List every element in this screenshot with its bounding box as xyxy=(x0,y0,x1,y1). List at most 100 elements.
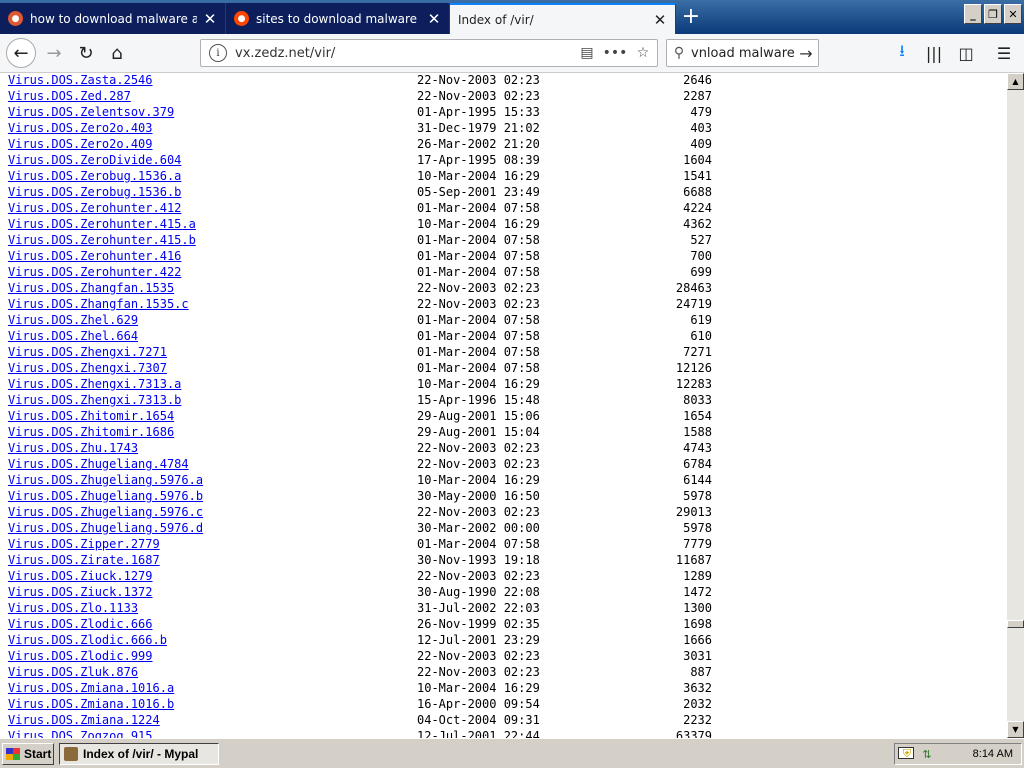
file-link[interactable]: Virus.DOS.Zmiana.1016.a xyxy=(8,680,174,696)
file-size: 11687 xyxy=(675,553,712,567)
scroll-up-arrow-icon[interactable]: ▲ xyxy=(1007,73,1024,90)
file-link[interactable]: Virus.DOS.Zhel.664 xyxy=(8,328,138,344)
address-bar[interactable]: i vx.zedz.net/vir/ ▤ ••• ☆ xyxy=(200,39,658,67)
file-link[interactable]: Virus.DOS.ZeroDivide.604 xyxy=(8,152,181,168)
file-link[interactable]: Virus.DOS.Zerohunter.416 xyxy=(8,248,181,264)
file-link[interactable]: Virus.DOS.Zerohunter.415.a xyxy=(8,216,196,232)
file-link[interactable]: Virus.DOS.Zhangfan.1535.c xyxy=(8,296,189,312)
file-size: 1588 xyxy=(683,425,712,439)
file-date: 10-Mar-2004 16:29 xyxy=(417,217,540,231)
close-window-button[interactable]: ✕ xyxy=(1004,4,1022,24)
file-link[interactable]: Virus.DOS.Zerohunter.422 xyxy=(8,264,181,280)
file-link[interactable]: Virus.DOS.Zogzog.915 xyxy=(8,728,153,738)
file-link[interactable]: Virus.DOS.Zerobug.1536.b xyxy=(8,184,181,200)
minimize-button[interactable]: _ xyxy=(964,4,982,24)
file-link[interactable]: Virus.DOS.Zerohunter.412 xyxy=(8,200,181,216)
file-size: 1472 xyxy=(683,585,712,599)
menu-button[interactable]: ☰ xyxy=(990,39,1018,67)
file-date: 05-Sep-2001 23:49 xyxy=(417,185,540,199)
vertical-scrollbar[interactable]: ▲ ▼ xyxy=(1007,73,1024,738)
bookmark-star-icon[interactable]: ☆ xyxy=(629,45,657,61)
sidebar-icon: ◫ xyxy=(958,43,974,63)
file-link[interactable]: Virus.DOS.Zhel.629 xyxy=(8,312,138,328)
file-link[interactable]: Virus.DOS.Zmiana.1224 xyxy=(8,712,160,728)
file-link[interactable]: Virus.DOS.Zhengxi.7271 xyxy=(8,344,167,360)
file-date: 22-Nov-2003 02:23 xyxy=(417,569,540,583)
tab-title: how to download malware at Duck xyxy=(30,11,197,26)
tab-index-vir[interactable]: Index of /vir/ ✕ xyxy=(450,3,676,34)
file-date: 30-Nov-1993 19:18 xyxy=(417,553,540,567)
tab-reddit[interactable]: ● sites to download malware : Malw ✕ xyxy=(226,3,450,34)
scroll-down-arrow-icon[interactable]: ▼ xyxy=(1007,721,1024,738)
file-link[interactable]: Virus.DOS.Zlodic.999 xyxy=(8,648,153,664)
reader-view-icon[interactable]: ▤ xyxy=(573,45,601,61)
file-link[interactable]: Virus.DOS.Zero2o.409 xyxy=(8,136,153,152)
page-content: Virus.DOS.Zasta.2546 22-Nov-2003 02:23 264… xyxy=(0,73,1007,738)
file-link[interactable]: Virus.DOS.Zipper.2779 xyxy=(8,536,160,552)
back-button[interactable]: ← xyxy=(6,38,36,68)
shield-icon[interactable]: ⛨ xyxy=(899,746,915,762)
file-date: 10-Mar-2004 16:29 xyxy=(417,377,540,391)
file-link[interactable]: Virus.DOS.Zero2o.403 xyxy=(8,120,153,136)
search-bar[interactable]: ⚲ vnload malware → xyxy=(666,39,819,67)
home-icon: ⌂ xyxy=(111,42,123,64)
file-size: 2287 xyxy=(683,89,712,103)
search-go-icon[interactable]: → xyxy=(794,44,818,63)
downloads-button[interactable]: ⭳ xyxy=(888,39,916,67)
file-link[interactable]: Virus.DOS.Zelentsov.379 xyxy=(8,104,174,120)
file-link[interactable]: Virus.DOS.Zhengxi.7307 xyxy=(8,360,167,376)
url-text[interactable]: vx.zedz.net/vir/ xyxy=(235,46,573,61)
file-date: 12-Jul-2001 22:44 xyxy=(417,729,540,738)
library-button[interactable]: ||| xyxy=(920,39,948,67)
download-icon: ⭳ xyxy=(899,40,905,60)
close-tab-icon[interactable]: ✕ xyxy=(427,10,441,28)
start-button[interactable]: Start xyxy=(2,743,54,765)
file-link[interactable]: Virus.DOS.Zluk.876 xyxy=(8,664,138,680)
file-link[interactable]: Virus.DOS.Zasta.2546 xyxy=(8,73,153,88)
file-link[interactable]: Virus.DOS.Ziuck.1372 xyxy=(8,584,153,600)
tab-duckduckgo[interactable]: ● how to download malware at Duck ✕ xyxy=(0,3,226,34)
file-link[interactable]: Virus.DOS.Zlo.1133 xyxy=(8,600,138,616)
file-link[interactable]: Virus.DOS.Zhu.1743 xyxy=(8,440,138,456)
file-link[interactable]: Virus.DOS.Zlodic.666.b xyxy=(8,632,167,648)
file-link[interactable]: Virus.DOS.Zhitomir.1686 xyxy=(8,424,174,440)
file-link[interactable]: Virus.DOS.Zerobug.1536.a xyxy=(8,168,181,184)
file-link[interactable]: Virus.DOS.Zhugeliang.5976.d xyxy=(8,520,203,536)
page-actions-icon[interactable]: ••• xyxy=(601,45,629,61)
file-link[interactable]: Virus.DOS.Zhangfan.1535 xyxy=(8,280,174,296)
file-link[interactable]: Virus.DOS.Zhugeliang.5976.b xyxy=(8,488,203,504)
file-link[interactable]: Virus.DOS.Ziuck.1279 xyxy=(8,568,153,584)
file-link[interactable]: Virus.DOS.Zirate.1687 xyxy=(8,552,160,568)
forward-button[interactable]: → xyxy=(40,39,68,67)
new-tab-button[interactable]: + xyxy=(678,4,704,30)
file-date: 31-Jul-2002 22:03 xyxy=(417,601,540,615)
file-link[interactable]: Virus.DOS.Zmiana.1016.b xyxy=(8,696,174,712)
file-link[interactable]: Virus.DOS.Zlodic.666 xyxy=(8,616,153,632)
restore-button[interactable]: ❐ xyxy=(984,4,1002,24)
home-button[interactable]: ⌂ xyxy=(103,39,131,67)
file-date: 12-Jul-2001 23:29 xyxy=(417,633,540,647)
file-link[interactable]: Virus.DOS.Zhengxi.7313.b xyxy=(8,392,181,408)
file-link[interactable]: Virus.DOS.Zed.287 xyxy=(8,88,131,104)
file-link[interactable]: Virus.DOS.Zhugeliang.5976.a xyxy=(8,472,203,488)
network-icon[interactable]: ⇅ xyxy=(919,746,935,762)
reload-button[interactable]: ↻ xyxy=(72,39,100,67)
forward-arrow-icon: → xyxy=(46,42,62,64)
file-link[interactable]: Virus.DOS.Zhugeliang.4784 xyxy=(8,456,189,472)
file-link[interactable]: Virus.DOS.Zerohunter.415.b xyxy=(8,232,196,248)
file-link[interactable]: Virus.DOS.Zhengxi.7313.a xyxy=(8,376,181,392)
sidebar-button[interactable]: ◫ xyxy=(952,39,980,67)
taskbar-item-browser[interactable]: Index of /vir/ - Mypal xyxy=(59,743,219,765)
close-tab-icon[interactable]: ✕ xyxy=(653,11,667,29)
file-link[interactable]: Virus.DOS.Zhitomir.1654 xyxy=(8,408,174,424)
scroll-thumb[interactable] xyxy=(1007,620,1024,628)
file-link[interactable]: Virus.DOS.Zhugeliang.5976.c xyxy=(8,504,203,520)
close-tab-icon[interactable]: ✕ xyxy=(203,10,217,28)
file-size: 4224 xyxy=(683,201,712,215)
site-info-icon[interactable]: i xyxy=(209,44,227,62)
file-date: 01-Mar-2004 07:58 xyxy=(417,313,540,327)
file-date: 22-Nov-2003 02:23 xyxy=(417,665,540,679)
file-date: 01-Mar-2004 07:58 xyxy=(417,249,540,263)
file-size: 6784 xyxy=(683,457,712,471)
search-input[interactable]: vnload malware xyxy=(691,46,794,61)
